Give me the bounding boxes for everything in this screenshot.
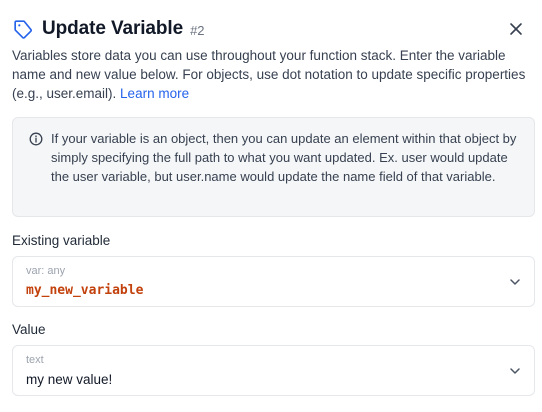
chevron-down-icon [510,279,520,285]
step-number: #2 [190,22,205,38]
description: Variables store data you can use through… [12,46,532,103]
info-icon [29,132,43,146]
learn-more-link[interactable]: Learn more [120,86,189,101]
existing-variable-label: Existing variable [12,233,111,248]
close-button[interactable] [506,19,526,39]
value-type-hint: text [26,354,44,366]
page-title: Update Variable [42,18,184,39]
close-icon [510,23,522,35]
existing-variable-type-hint: var: any [26,265,66,277]
existing-variable-select[interactable]: var: any my_new_variable [12,256,535,307]
tag-icon [12,18,34,40]
existing-variable-value: my_new_variable [26,283,144,298]
value-text: my new value! [26,372,113,387]
info-callout: If your variable is an object, then you … [12,117,535,217]
chevron-down-icon [510,368,520,374]
callout-text: If your variable is an object, then you … [51,131,517,184]
panel-header: Update Variable #2 [12,16,532,42]
update-variable-panel: Update Variable #2 Variables store data … [0,0,542,412]
value-label: Value [12,322,46,337]
value-input[interactable]: text my new value! [12,345,535,396]
description-text: Variables store data you can use through… [12,48,526,101]
